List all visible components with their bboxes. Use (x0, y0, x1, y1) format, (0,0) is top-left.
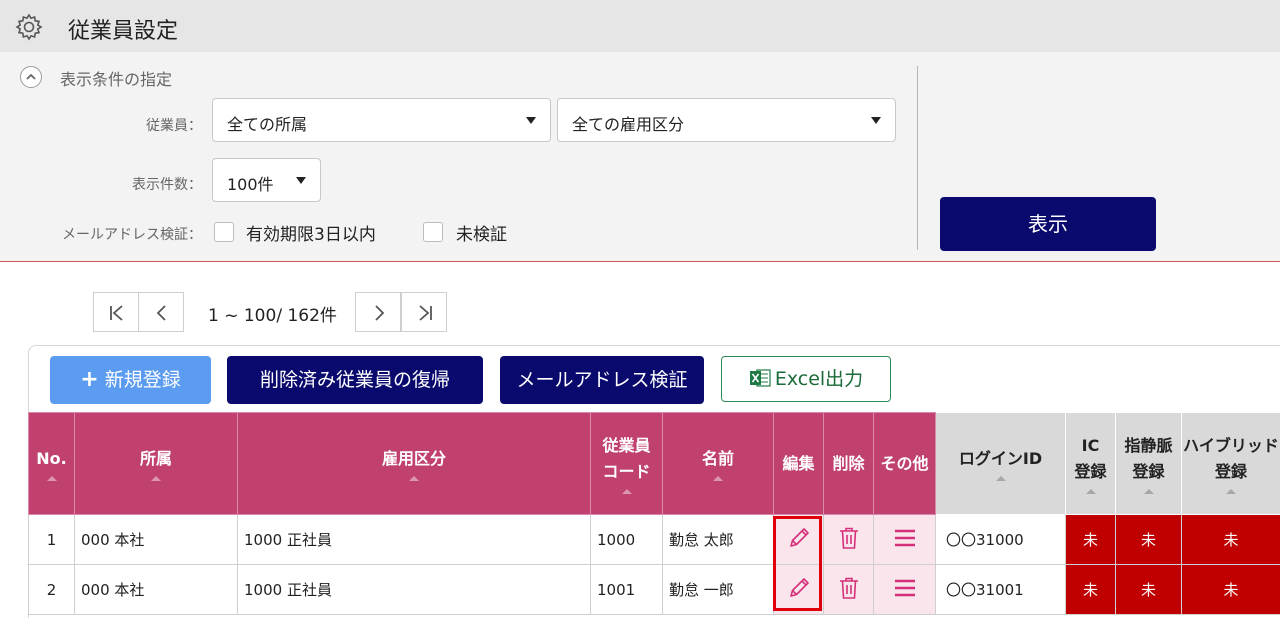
cell-affiliation: 000 本社 (74, 514, 238, 565)
cell-employee-code: 1001 (590, 564, 663, 615)
sort-icon (151, 476, 161, 481)
sort-icon (409, 476, 419, 481)
column-header-hybrid[interactable]: ハイブリッド 登録 (1181, 412, 1280, 515)
sort-icon (46, 476, 57, 481)
caret-down-icon (526, 117, 536, 124)
excel-icon (749, 369, 771, 387)
cell-employment: 1000 正社員 (237, 514, 591, 565)
restore-deleted-button[interactable]: 削除済み従業員の復帰 (227, 356, 483, 404)
column-header-employment[interactable]: 雇用区分 (237, 412, 591, 515)
count-label: 表示件数： (132, 177, 202, 193)
cell-hybrid-status: 未 (1181, 564, 1280, 615)
excel-export-label: Excel出力 (774, 368, 864, 390)
first-page-button[interactable] (93, 292, 139, 332)
menu-icon (894, 529, 915, 546)
column-header-delete: 削除 (823, 412, 874, 515)
column-header-edit: 編集 (773, 412, 824, 515)
title-bar: 従業員設定 (0, 0, 1280, 52)
trash-icon (839, 577, 858, 599)
employment-type-select[interactable]: 全ての雇用区分 (557, 98, 896, 142)
filter-panel: 表示条件の指定 従業員： 全ての所属 全ての雇用区分 表示件数： 100件 メー… (0, 52, 1280, 262)
other-menu-button[interactable] (873, 514, 936, 565)
display-count-value: 100件 (227, 175, 274, 194)
email-verify-button[interactable]: メールアドレス検証 (500, 356, 704, 404)
page-range-text: 1 ~ 100/ 162件 (208, 306, 337, 326)
gear-icon (15, 13, 43, 41)
edit-column-highlight (773, 516, 822, 611)
chevron-left-icon (156, 305, 166, 321)
table-row[interactable]: 1 000 本社 1000 正社員 1000 勤怠 太郎 〇〇31000 未 未… (28, 514, 1280, 565)
column-header-no[interactable]: No. (28, 412, 75, 515)
page-title: 従業員設定 (68, 19, 179, 44)
cell-name: 勤怠 太郎 (662, 514, 774, 565)
column-header-employee-code[interactable]: 従業員 コード (590, 412, 663, 515)
expiry-checkbox[interactable] (214, 222, 234, 242)
last-page-button[interactable] (401, 292, 447, 332)
new-registration-button[interactable]: + 新規登録 (50, 356, 211, 404)
affiliation-select-value: 全ての所属 (227, 115, 308, 134)
cell-no: 2 (28, 564, 75, 615)
prev-page-button[interactable] (138, 292, 184, 332)
column-header-name[interactable]: 名前 (662, 412, 774, 515)
employee-label: 従業員： (146, 118, 202, 134)
cell-vein-status: 未 (1115, 514, 1182, 565)
cell-login-id: 〇〇31000 (935, 514, 1066, 565)
excel-export-button[interactable]: Excel出力 (721, 356, 891, 402)
cell-vein-status: 未 (1115, 564, 1182, 615)
cell-ic-status: 未 (1065, 564, 1116, 615)
caret-down-icon (871, 117, 881, 124)
sort-icon (1085, 489, 1096, 494)
plus-icon: + (80, 367, 99, 392)
cell-employee-code: 1000 (590, 514, 663, 565)
unverified-checkbox[interactable] (423, 222, 443, 242)
cell-affiliation: 000 本社 (74, 564, 238, 615)
column-header-affiliation[interactable]: 所属 (74, 412, 238, 515)
display-count-select[interactable]: 100件 (212, 158, 321, 202)
unverified-checkbox-label: 未検証 (456, 225, 507, 245)
delete-button[interactable] (823, 564, 874, 615)
affiliation-select[interactable]: 全ての所属 (212, 98, 551, 142)
column-header-ic[interactable]: IC 登録 (1065, 412, 1116, 515)
caret-down-icon (296, 177, 306, 184)
filter-section-title: 表示条件の指定 (60, 70, 173, 89)
menu-icon (894, 579, 915, 596)
email-verify-label: メールアドレス検証： (62, 227, 202, 243)
column-header-login-id[interactable]: ログインID (935, 412, 1066, 515)
table-row[interactable]: 2 000 本社 1000 正社員 1001 勤怠 一郎 〇〇31001 未 未… (28, 564, 1280, 615)
cell-employment: 1000 正社員 (237, 564, 591, 615)
column-header-other: その他 (873, 412, 936, 515)
show-button[interactable]: 表示 (940, 197, 1156, 251)
expiry-checkbox-label: 有効期限3日以内 (246, 225, 376, 245)
column-header-vein[interactable]: 指静脈 登録 (1115, 412, 1182, 515)
sort-icon (621, 489, 632, 494)
cell-ic-status: 未 (1065, 514, 1116, 565)
sort-icon (1143, 489, 1154, 494)
sort-icon (713, 476, 723, 481)
trash-icon (839, 527, 858, 549)
collapse-chevron-up-icon[interactable] (20, 66, 42, 88)
employment-select-value: 全ての雇用区分 (572, 115, 685, 134)
sort-icon (995, 476, 1006, 481)
other-menu-button[interactable] (873, 564, 936, 615)
sort-icon (1226, 489, 1236, 494)
first-page-icon (110, 305, 123, 321)
delete-button[interactable] (823, 514, 874, 565)
table-header-row: No. 所属 雇用区分 従業員 コード 名前 編集 削除 その他 ログインID I… (28, 412, 1280, 515)
cell-login-id: 〇〇31001 (935, 564, 1066, 615)
cell-name: 勤怠 一郎 (662, 564, 774, 615)
filter-divider (917, 66, 918, 250)
employee-table: No. 所属 雇用区分 従業員 コード 名前 編集 削除 その他 ログインID I… (28, 412, 1280, 615)
next-page-button[interactable] (355, 292, 401, 332)
chevron-right-icon (375, 305, 385, 321)
cell-hybrid-status: 未 (1181, 514, 1280, 565)
cell-no: 1 (28, 514, 75, 565)
last-page-icon (419, 305, 432, 321)
new-registration-label: 新規登録 (104, 369, 181, 391)
